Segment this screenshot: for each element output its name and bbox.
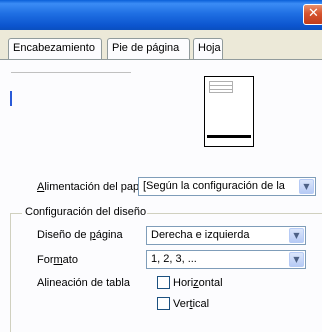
- preview-table-icon: [209, 81, 233, 93]
- format-select[interactable]: 1, 2, 3, ... ▼: [146, 250, 306, 269]
- preview-footer: [207, 135, 251, 138]
- page-layout-select[interactable]: Derecha e izquierda ▼: [146, 226, 306, 245]
- paper-tray-select[interactable]: [Según la configuración de la ▼: [138, 177, 316, 196]
- tab-encabezamiento[interactable]: Encabezamiento: [8, 38, 102, 59]
- vertical-label: Vertical: [173, 298, 210, 310]
- group-border: [10, 213, 11, 332]
- selection-marker: [10, 91, 12, 106]
- page-preview: [204, 76, 254, 147]
- group-border: [10, 213, 22, 214]
- tab-strip: Encabezamiento Pie de página Hoja: [0, 38, 322, 60]
- layout-group-title: Configuración del diseño: [25, 206, 147, 218]
- horizontal-label: Horizontal: [173, 277, 223, 289]
- chevron-down-icon[interactable]: ▼: [289, 228, 304, 243]
- tab-pie-de-pagina[interactable]: Pie de página: [107, 38, 190, 59]
- chevron-down-icon[interactable]: ▼: [299, 179, 314, 194]
- tab-label: Encabezamiento: [13, 42, 95, 54]
- tab-label: Pie de página: [112, 42, 180, 54]
- table-alignment-label: Alineación de tabla: [37, 277, 130, 289]
- separator: [11, 72, 131, 73]
- chevron-down-icon[interactable]: ▼: [289, 252, 304, 267]
- format-label: Formato: [37, 254, 78, 266]
- paper-tray-value: [Según la configuración de la: [143, 180, 285, 192]
- group-border: [147, 213, 322, 214]
- horizontal-checkbox[interactable]: [157, 276, 170, 289]
- tab-hoja[interactable]: Hoja: [193, 38, 223, 59]
- tab-label: Hoja: [198, 42, 221, 54]
- page-layout-label: Diseño de página: [37, 229, 123, 241]
- vertical-checkbox[interactable]: [157, 297, 170, 310]
- close-button[interactable]: ✕: [303, 4, 322, 25]
- title-bar: ✕: [0, 0, 322, 30]
- format-value: 1, 2, 3, ...: [151, 253, 197, 265]
- page-layout-value: Derecha e izquierda: [151, 229, 250, 241]
- paper-tray-label: Alimentación del pap: [37, 181, 140, 193]
